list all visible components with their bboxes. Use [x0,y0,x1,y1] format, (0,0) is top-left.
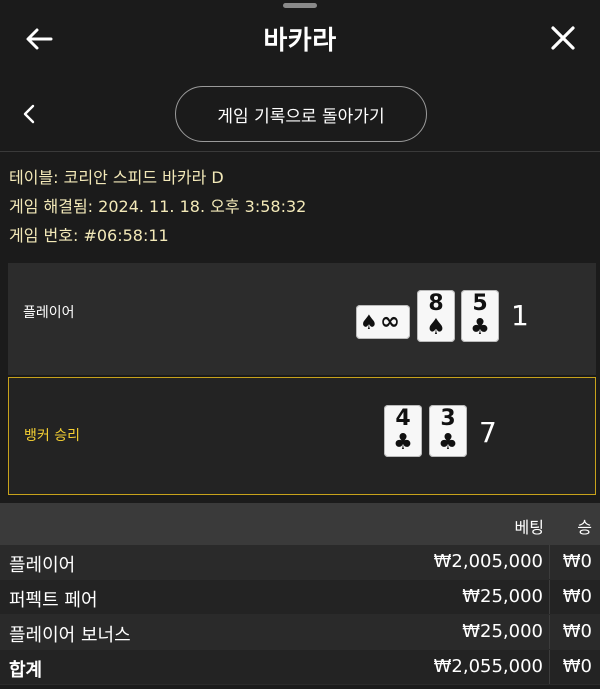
divider [0,151,600,152]
column-divider [549,545,550,579]
banker-score: 7 [479,416,497,449]
player-hand: 플레이어 ♠ ∞ 8 ♠ 5 ♣ 1 [8,263,596,375]
resolved-time: 게임 해결됨: 2024. 11. 18. 오후 3:58:32 [9,197,307,216]
player-card-1: ♠ ∞ [356,305,410,339]
total-win-amount: ₩0 [562,656,592,677]
win-amount: ₩0 [562,586,592,607]
win-amount: ₩0 [562,621,592,642]
spade-icon: ♠ [426,315,446,340]
player-score: 1 [511,299,529,332]
banker-hand-label: 뱅커 승리 [24,428,80,444]
history-nav: 게임 기록으로 돌아가기 [0,76,600,152]
back-to-history-button[interactable]: 게임 기록으로 돌아가기 [175,86,427,142]
bet-name: 플레이어 보너스 [9,625,131,646]
bet-amount: ₩25,000 [462,621,543,642]
bet-name: 플레이어 [9,555,76,576]
spade-icon: ♠ [360,310,378,334]
card-rank: 4 [395,406,411,431]
column-divider [549,580,550,614]
club-icon: ♣ [470,315,490,340]
banker-card-2: 3 ♣ [429,405,467,457]
total-label: 합계 [9,660,43,681]
player-card-2: 8 ♠ [417,290,455,342]
game-info: 테이블: 코리안 스피드 바카라 D 게임 해결됨: 2024. 11. 18.… [9,163,306,250]
club-icon: ♣ [438,430,458,455]
table-name: 테이블: 코리안 스피드 바카라 D [9,168,224,187]
banker-card-1: 4 ♣ [384,405,422,457]
arrow-left-icon[interactable] [22,22,56,56]
column-bet: 베팅 [514,518,544,537]
card-rank: ∞ [380,307,400,335]
banker-hand: 뱅커 승리 4 ♣ 3 ♣ 7 [8,377,596,495]
bet-table-header: 베팅 승 [0,503,600,545]
chevron-left-icon[interactable] [16,100,44,128]
page-title: 바카라 [263,26,337,56]
table-row: 플레이어 ₩2,005,000 ₩0 [0,545,600,580]
total-bet-amount: ₩2,055,000 [433,656,543,677]
player-hand-label: 플레이어 [23,305,75,321]
header: 바카라 [0,0,600,76]
table-row: 퍼펙트 페어 ₩25,000 ₩0 [0,580,600,615]
bet-amount: ₩25,000 [462,586,543,607]
card-rank: 3 [440,406,456,431]
bet-name: 퍼펙트 페어 [9,590,98,611]
column-divider [549,615,550,649]
column-divider [549,650,550,684]
card-rank: 8 [428,291,444,316]
win-amount: ₩0 [562,551,592,572]
column-win: 승 [577,518,592,537]
club-icon: ♣ [393,430,413,455]
player-card-3: 5 ♣ [461,290,499,342]
bet-table: 베팅 승 플레이어 ₩2,005,000 ₩0 퍼펙트 페어 ₩25,000 ₩… [0,503,600,685]
total-row: 합계 ₩2,055,000 ₩0 [0,650,600,685]
game-number: 게임 번호: #06:58:11 [9,226,169,245]
close-icon[interactable] [546,21,580,55]
table-row: 플레이어 보너스 ₩25,000 ₩0 [0,615,600,650]
card-rank: 5 [472,291,488,316]
bet-amount: ₩2,005,000 [433,551,543,572]
